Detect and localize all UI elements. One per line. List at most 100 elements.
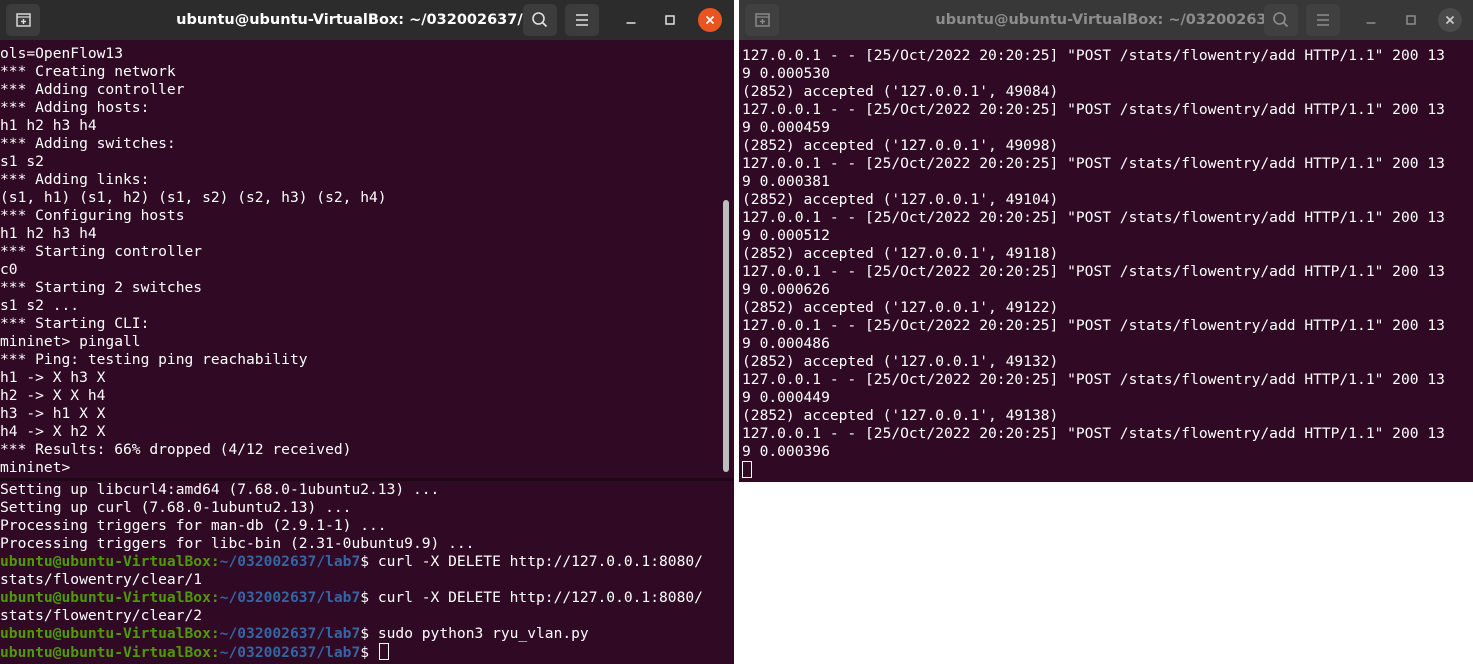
log-line: 127.0.0.1 - - [25/Oct/2022 20:20:25] "PO… [742,155,1445,172]
prompt-user: ubuntu@ubuntu-VirtualBox [0,644,211,661]
maximize-icon [1406,15,1416,25]
log-line: 9 0.000530 [742,65,830,82]
terminal-line: *** Creating network [0,63,176,80]
right-close-button[interactable] [1438,8,1462,32]
log-line: 9 0.000626 [742,281,830,298]
terminal-line: ols=OpenFlow13 [0,45,124,62]
log-line: 127.0.0.1 - - [25/Oct/2022 20:20:25] "PO… [742,371,1445,388]
maximize-icon [665,15,675,25]
prompt-user: ubuntu@ubuntu-VirtualBox [0,625,211,642]
terminal-line: h1 h2 h3 h4 [0,117,97,134]
log-line: 9 0.000459 [742,119,830,136]
terminal-line: *** Adding switches: [0,135,176,152]
terminal-line: *** Starting CLI: [0,315,150,332]
log-line: 9 0.000486 [742,335,830,352]
minimize-icon [1366,22,1376,24]
right-search-button[interactable] [1264,4,1298,36]
log-line: 9 0.000449 [742,389,830,406]
prompt-colon: : [210,553,220,570]
prompt-line: ubuntu@ubuntu-VirtualBox:~/032002637/lab… [0,553,703,571]
log-line: 127.0.0.1 - - [25/Oct/2022 20:20:25] "PO… [742,101,1445,118]
prompt-line: ubuntu@ubuntu-VirtualBox:~/032002637/lab… [0,589,703,607]
prompt-colon: : [210,644,220,661]
command-continuation: stats/flowentry/clear/1 [0,571,203,588]
log-line: (2852) accepted ('127.0.0.1', 49122) [742,299,1059,316]
hamburger-menu-icon [1317,14,1329,26]
terminal-line: s1 s2 [0,153,44,170]
prompt-user: ubuntu@ubuntu-VirtualBox [0,589,211,606]
terminal-line: h2 -> X X h4 [0,387,106,404]
command-continuation: stats/flowentry/clear/2 [0,607,203,624]
log-line: (2852) accepted ('127.0.0.1', 49118) [742,245,1059,262]
left-minimize-button[interactable] [619,8,643,32]
terminal-line: mininet> [0,459,80,476]
close-icon [1445,15,1455,25]
left-terminal-window: ubuntu@ubuntu-VirtualBox: ~/032002637/la… [0,0,734,664]
mininet-terminal-pane[interactable]: ols=OpenFlow13 *** Creating network *** Ad… [0,40,734,478]
prompt-path: ~/032002637/lab7 [219,644,361,661]
terminal-line: Setting up curl (7.68.0-1ubuntu2.13) ... [0,499,352,516]
right-menu-button[interactable] [1306,4,1340,36]
prompt-path: ~/032002637/lab7 [219,625,361,642]
terminal-line: s1 s2 ... [0,297,80,314]
prompt-user: ubuntu@ubuntu-VirtualBox [0,553,211,570]
terminal-line: h1 h2 h3 h4 [0,225,97,242]
log-line: 127.0.0.1 - - [25/Oct/2022 20:20:25] "PO… [742,425,1445,442]
right-minimize-button[interactable] [1359,8,1383,32]
prompt-path: ~/032002637/lab7 [219,553,361,570]
minimize-icon [626,22,636,24]
terminal-line: c0 [0,261,18,278]
log-line: (2852) accepted ('127.0.0.1', 49132) [742,353,1059,370]
terminal-line: *** Starting 2 switches [0,279,203,296]
prompt-dollar: $ [360,589,378,606]
prompt-dollar: $ [360,553,378,570]
log-line: 127.0.0.1 - - [25/Oct/2022 20:20:25] "PO… [742,47,1445,64]
log-line: 9 0.000396 [742,443,830,460]
command-text: sudo python3 ryu_vlan.py [377,625,589,642]
terminal-line: *** Results: 66% dropped (4/12 received) [0,441,352,458]
terminal-line: (s1, h1) (s1, h2) (s1, s2) (s2, h3) (s2,… [0,189,387,206]
left-menu-button[interactable] [565,4,599,36]
terminal-line: h4 -> X h2 X [0,423,106,440]
mininet-scrollbar[interactable] [723,200,729,472]
terminal-line: *** Adding links: [0,171,150,188]
search-icon [532,12,548,28]
search-icon [1273,12,1289,28]
right-terminal-window: ubuntu@ubuntu-VirtualBox: ~/032002637 12… [739,0,1473,482]
terminal-line: *** Configuring hosts [0,207,185,224]
terminal-line: *** Adding hosts: [0,99,150,116]
prompt-path: ~/032002637/lab7 [219,589,361,606]
log-line: 127.0.0.1 - - [25/Oct/2022 20:20:25] "PO… [742,263,1445,280]
terminal-cursor [378,643,389,660]
right-titlebar[interactable]: ubuntu@ubuntu-VirtualBox: ~/032002637 [739,0,1473,40]
hamburger-menu-icon [576,14,588,26]
log-line: (2852) accepted ('127.0.0.1', 49138) [742,407,1059,424]
left-search-button[interactable] [523,4,557,36]
left-titlebar[interactable]: ubuntu@ubuntu-VirtualBox: ~/032002637/la… [0,0,734,40]
log-line: (2852) accepted ('127.0.0.1', 49104) [742,191,1059,208]
prompt-colon: : [210,625,220,642]
log-line: 127.0.0.1 - - [25/Oct/2022 20:20:25] "PO… [742,317,1445,334]
shell-terminal-pane[interactable]: Setting up libcurl4:amd64 (7.68.0-1ubunt… [0,481,734,664]
prompt-dollar: $ [360,625,378,642]
command-text: curl -X DELETE http://127.0.0.1:8080/ [377,589,703,606]
terminal-line: *** Ping: testing ping reachability [0,351,308,368]
prompt-line: ubuntu@ubuntu-VirtualBox:~/032002637/lab… [0,643,389,661]
right-maximize-button[interactable] [1399,8,1423,32]
terminal-line: *** Starting controller [0,243,203,260]
terminal-line: mininet> pingall [0,333,141,350]
close-icon [705,15,715,25]
log-line: 127.0.0.1 - - [25/Oct/2022 20:20:25] "PO… [742,209,1445,226]
command-text: curl -X DELETE http://127.0.0.1:8080/ [377,553,703,570]
ryu-terminal-pane[interactable]: 127.0.0.1 - - [25/Oct/2022 20:20:25] "PO… [739,40,1473,482]
left-maximize-button[interactable] [658,8,682,32]
prompt-dollar: $ [360,644,378,661]
left-close-button[interactable] [698,8,722,32]
terminal-line: h3 -> h1 X X [0,405,106,422]
terminal-line: Processing triggers for libc-bin (2.31-0… [0,535,475,552]
terminal-line: Processing triggers for man-db (2.9.1-1)… [0,517,387,534]
terminal-cursor [742,461,752,478]
prompt-colon: : [210,589,220,606]
terminal-line: *** Adding controller [0,81,185,98]
log-line: 9 0.000512 [742,227,830,244]
